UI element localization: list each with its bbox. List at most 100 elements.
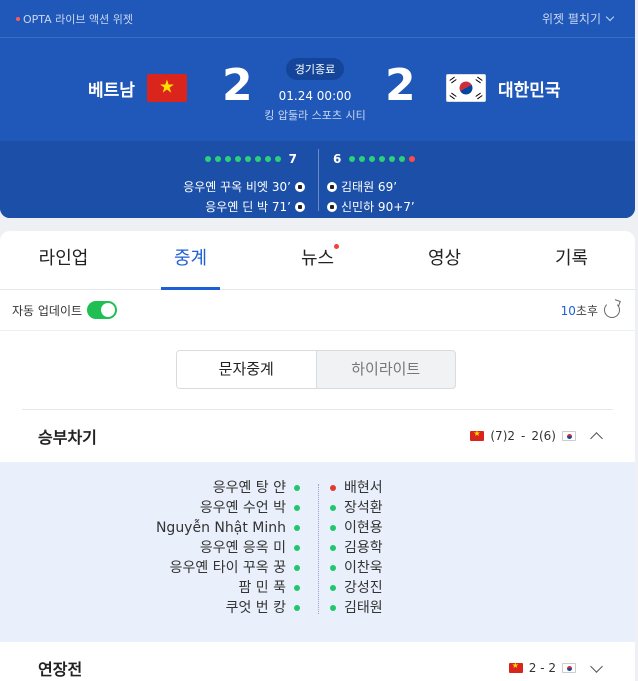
kick-result-dot	[294, 565, 300, 571]
penalty-taker-name: 배현서	[344, 480, 383, 496]
soccer-ball-icon	[327, 182, 337, 192]
kick-result-dot	[330, 565, 336, 571]
tab-lineup[interactable]: 라인업	[0, 231, 127, 289]
kick-result-dot	[294, 545, 300, 551]
penalty-taker-row: 응우옌 타이 꾸옥 꿍	[156, 558, 300, 578]
live-dot-icon	[16, 16, 20, 21]
tab-bar: 라인업 중계 뉴스 영상 기록	[0, 231, 635, 290]
home-shootout-count: 7	[288, 152, 297, 166]
penalty-taker-row: 이찬욱	[330, 558, 383, 578]
tab-broadcast[interactable]: 중계	[127, 231, 254, 290]
penalty-title: 승부차기	[38, 428, 97, 447]
scored-kick-dot	[254, 156, 261, 162]
penalty-taker-name: 팜 민 푹	[238, 580, 286, 596]
penalty-taker-name: 쿠엇 번 캉	[225, 600, 286, 616]
penalty-section-header[interactable]: 승부차기 (7)2 - 2(6)	[0, 410, 635, 462]
home-shootout-dots: 7	[204, 152, 301, 166]
scorer-text: 신민하 90+7’	[341, 200, 415, 214]
kick-result-dot	[330, 505, 336, 511]
kick-result-dot	[330, 545, 336, 551]
away-team[interactable]: 대한민국	[446, 74, 561, 102]
scored-kick-dot	[204, 156, 211, 162]
away-shootout-count: 6	[333, 152, 342, 166]
broadcast-mode-switch: 문자중계 하이라이트	[176, 350, 456, 389]
scored-kick-dot	[399, 156, 406, 162]
refresh-timer[interactable]: 10초후	[561, 302, 620, 319]
widget-expand-button[interactable]: 위젯 펼치기	[541, 10, 615, 27]
match-row: 베트남 ★ 2 경기종료 01.24 00:00 킹 압둘라 스포츠 시티 2 …	[0, 38, 635, 140]
tab-records[interactable]: 기록	[508, 231, 635, 289]
extra-time-title: 연장전	[38, 660, 83, 679]
away-score: 2	[385, 60, 416, 111]
penalty-taker-name: 응우옌 응옥 미	[199, 540, 286, 556]
scored-kick-dot	[244, 156, 251, 162]
away-shootout-dots: 6	[329, 152, 416, 166]
refresh-icon[interactable]	[604, 302, 620, 318]
penalty-taker-row: 강성진	[330, 578, 383, 598]
auto-update-toggle[interactable]	[87, 301, 118, 319]
scored-kick-dot	[379, 156, 386, 162]
penalty-taker-row: 응우옌 응옥 미	[156, 538, 300, 558]
scorer-text: 김태원 69’	[341, 180, 398, 194]
tab-news-label: 뉴스	[300, 248, 335, 269]
kick-result-dot	[294, 505, 300, 511]
widget-topbar: OPTA 라이브 액션 위젯 위젯 펼치기	[0, 0, 635, 38]
penalty-taker-row: Nguyễn Nhật Minh	[156, 518, 300, 538]
refresh-seconds: 10	[560, 303, 576, 318]
home-team[interactable]: 베트남 ★	[88, 74, 187, 102]
penalty-taker-name: 응우옌 타이 꾸옥 꿍	[169, 560, 286, 576]
extra-time-section-header[interactable]: 연장전 2 - 2	[0, 642, 635, 681]
penalty-divider	[318, 484, 319, 614]
penalty-taker-row: 팜 민 푹	[156, 578, 300, 598]
highlight-button[interactable]: 하이라이트	[317, 351, 456, 388]
kick-result-dot	[330, 585, 336, 591]
main-panel: 라인업 중계 뉴스 영상 기록 자동 업데이트 10초후 문자중계 하이라이트 …	[0, 231, 635, 681]
scored-kick-dot	[359, 156, 366, 162]
kick-result-dot	[330, 605, 336, 611]
penalty-taker-row: 장석환	[330, 498, 383, 518]
penalty-taker-name: 김용학	[344, 540, 383, 556]
penalty-taker-name: 김태원	[344, 600, 383, 616]
chevron-down-icon	[605, 12, 615, 22]
away-scorers: 김태원 69’ 신민하 90+7’	[327, 177, 415, 217]
stats-divider	[318, 149, 319, 211]
penalty-taker-row: 응우옌 탕 얀	[156, 478, 300, 498]
match-datetime: 01.24 00:00	[278, 89, 352, 103]
home-score: 2	[222, 60, 253, 111]
extra-time-score-text: 2 - 2	[528, 661, 556, 675]
chevron-down-icon[interactable]	[590, 659, 603, 673]
kick-result-dot	[294, 585, 300, 591]
scored-kick-dot	[224, 156, 231, 162]
match-venue: 킹 압둘라 스포츠 시티	[264, 109, 366, 122]
penalty-taker-row: 배현서	[330, 478, 383, 498]
penalty-separator: -	[521, 429, 526, 443]
auto-update: 자동 업데이트	[12, 301, 118, 319]
tab-news[interactable]: 뉴스	[254, 231, 381, 289]
penalty-taker-row: 김태원	[330, 598, 383, 618]
kick-result-dot	[330, 525, 336, 531]
tab-video[interactable]: 영상	[381, 231, 508, 289]
penalty-takers: 응우옌 탕 얀응우옌 수언 박 Nguyễn Nhật Minh 응우옌 응옥 미응…	[0, 462, 635, 642]
home-team-name: 베트남	[88, 80, 135, 101]
text-broadcast-button[interactable]: 문자중계	[177, 351, 317, 388]
away-team-name: 대한민국	[498, 80, 561, 101]
widget-brand: OPTA 라이브 액션 위젯	[16, 11, 133, 27]
match-info: 경기종료 01.24 00:00 킹 압둘라 스포츠 시티	[262, 58, 368, 123]
scorer-text: 응우옌 딘 박 71’	[205, 200, 291, 214]
penalty-score: (7)2 - 2(6)	[470, 429, 607, 445]
soccer-ball-icon	[295, 202, 305, 212]
penalty-home-score: (7)2	[490, 429, 516, 443]
match-score-card: OPTA 라이브 액션 위젯 위젯 펼치기 베트남 ★ 2 경기종료 01.24…	[0, 0, 635, 218]
home-scorers: 응우옌 꾸옥 비엣 30’ 응우옌 딘 박 71’	[183, 177, 305, 217]
scored-kick-dot	[274, 156, 281, 162]
korea-flag-icon	[562, 431, 576, 441]
penalty-taker-row: 응우옌 수언 박	[156, 498, 300, 518]
vietnam-flag-icon: ★	[146, 74, 187, 102]
widget-expand-label: 위젯 펼치기	[541, 12, 601, 26]
penalty-taker-row: 이현용	[330, 518, 383, 538]
home-scorer: 응우옌 꾸옥 비엣 30’	[183, 177, 305, 197]
kick-result-dot	[330, 485, 336, 491]
penalty-taker-name: 응우옌 탕 얀	[212, 480, 286, 496]
scored-kick-dot	[369, 156, 376, 162]
chevron-up-icon[interactable]	[590, 432, 603, 445]
